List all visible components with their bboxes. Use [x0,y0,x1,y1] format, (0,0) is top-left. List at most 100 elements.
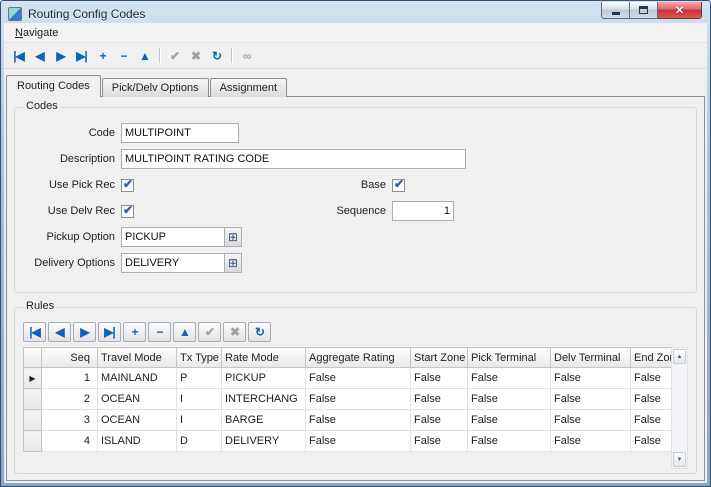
grid-cell[interactable]: DELIVERY [222,431,306,452]
row-selector[interactable]: ▶ [24,368,42,389]
grid-cell[interactable]: False [306,389,411,410]
grid-cell[interactable]: False [551,431,631,452]
rules-delete-record-button[interactable]: − [148,322,171,342]
pick-rec-base-row: Use Pick Rec Base [21,172,690,198]
grid-cell[interactable]: 4 [42,431,98,452]
delivery-options-combo: ⊞ [121,253,242,273]
delivery-options-lookup-button[interactable]: ⊞ [224,253,242,273]
insert-record-button[interactable]: + [92,46,113,66]
grid-cell[interactable]: False [411,410,468,431]
grid-row[interactable]: 2OCEANIINTERCHANGFalseFalseFalseFalseFal… [24,389,688,410]
maximize-button[interactable] [630,2,658,19]
toolbar-separator [159,48,160,63]
rules-last-record-button[interactable]: ▶| [98,322,121,342]
grid-cell[interactable]: False [468,368,551,389]
rules-refresh-button[interactable]: ↻ [248,322,271,342]
grid-cell[interactable]: False [306,368,411,389]
grid-column-header[interactable]: Seq [42,348,98,368]
grid-cell[interactable]: D [177,431,222,452]
delivery-options-label: Delivery Options [21,257,121,269]
grid-row[interactable]: 3OCEANIBARGEFalseFalseFalseFalseFalse [24,410,688,431]
rules-next-record-button[interactable]: ▶ [73,322,96,342]
grid-column-header[interactable]: Rate Mode [222,348,306,368]
scroll-down-button[interactable]: ▼ [673,452,686,467]
use-pick-rec-checkbox[interactable] [121,179,134,192]
delivery-options-input[interactable] [121,253,224,273]
row-selector[interactable] [24,410,42,431]
rules-edit-record-button[interactable]: ▲ [173,322,196,342]
delete-record-button[interactable]: − [113,46,134,66]
grid-cell[interactable]: False [411,431,468,452]
grid-corner [24,348,42,368]
grid-cell[interactable]: BARGE [222,410,306,431]
grid-cell[interactable]: False [411,389,468,410]
grid-cell[interactable]: 2 [42,389,98,410]
grid-cell[interactable]: INTERCHANG [222,389,306,410]
menu-navigate[interactable]: Navigate [10,25,63,41]
description-label: Description [21,153,121,165]
last-record-button[interactable]: ▶| [71,46,92,66]
grid-cell[interactable]: OCEAN [98,410,177,431]
grid-cell[interactable]: False [411,368,468,389]
tab-pick-delv-options[interactable]: Pick/Delv Options [102,78,209,97]
grid-column-header[interactable]: Aggregate Rating [306,348,411,368]
link-button: ∞ [236,46,257,66]
grid-cell[interactable]: 3 [42,410,98,431]
rules-group-label: Rules [23,300,57,312]
code-row: Code [21,120,690,146]
window: Routing Config Codes Navigate |◀◀▶▶|+−▲✔… [0,0,711,487]
refresh-button[interactable]: ↻ [206,46,227,66]
grid-row[interactable]: 4ISLANDDDELIVERYFalseFalseFalseFalseFals… [24,431,688,452]
grid-cell[interactable]: PICKUP [222,368,306,389]
grid-cell[interactable]: False [468,410,551,431]
use-delv-rec-checkbox[interactable] [121,205,134,218]
grid-column-header[interactable]: Pick Terminal [468,348,551,368]
close-button[interactable] [658,2,702,19]
use-delv-rec-label: Use Delv Rec [21,205,121,217]
prior-record-button[interactable]: ◀ [29,46,50,66]
row-selector[interactable] [24,389,42,410]
rules-grid: SeqTravel ModeTx TypeRate ModeAggregate … [23,347,688,469]
description-input[interactable] [121,149,466,169]
pickup-option-lookup-button[interactable]: ⊞ [224,227,242,247]
tab-routing-codes[interactable]: Routing Codes [6,75,101,97]
rules-first-record-button[interactable]: |◀ [23,322,46,342]
minimize-button[interactable] [601,2,630,19]
sequence-input[interactable] [392,201,454,221]
scroll-up-button[interactable]: ▲ [673,349,686,364]
grid-cell[interactable]: P [177,368,222,389]
grid-cell[interactable]: False [468,389,551,410]
grid-cell[interactable]: 1 [42,368,98,389]
grid-cell[interactable]: False [306,431,411,452]
next-record-button[interactable]: ▶ [50,46,71,66]
grid-column-header[interactable]: Start Zone [411,348,468,368]
row-selector[interactable] [24,431,42,452]
first-record-button[interactable]: |◀ [8,46,29,66]
grid-cell[interactable]: False [551,410,631,431]
pickup-option-input[interactable] [121,227,224,247]
grid-cell[interactable]: I [177,410,222,431]
grid-cell[interactable]: False [551,389,631,410]
grid-column-header[interactable]: Travel Mode [98,348,177,368]
tab-assignment[interactable]: Assignment [210,78,287,97]
grid-header-row: SeqTravel ModeTx TypeRate ModeAggregate … [24,348,688,368]
grid-cell[interactable]: False [551,368,631,389]
grid-cell[interactable]: OCEAN [98,389,177,410]
grid-vertical-scrollbar[interactable]: ▲ ▼ [671,347,688,469]
grid-row[interactable]: ▶1MAINLANDPPICKUPFalseFalseFalseFalseFal… [24,368,688,389]
rules-groupbox: Rules |◀◀▶▶|+−▲✔✖↻ SeqTravel ModeTx Type… [14,307,697,474]
rules-insert-record-button[interactable]: + [123,322,146,342]
base-checkbox[interactable] [392,179,405,192]
minimize-icon [612,12,620,15]
grid-cell[interactable]: False [306,410,411,431]
grid-cell[interactable]: ISLAND [98,431,177,452]
grid-cell[interactable]: I [177,389,222,410]
grid-column-header[interactable]: Tx Type [177,348,222,368]
edit-record-button[interactable]: ▲ [134,46,155,66]
code-input[interactable] [121,123,239,143]
base-label: Base [134,179,392,191]
grid-cell[interactable]: MAINLAND [98,368,177,389]
grid-cell[interactable]: False [468,431,551,452]
grid-column-header[interactable]: Delv Terminal [551,348,631,368]
rules-prior-record-button[interactable]: ◀ [48,322,71,342]
